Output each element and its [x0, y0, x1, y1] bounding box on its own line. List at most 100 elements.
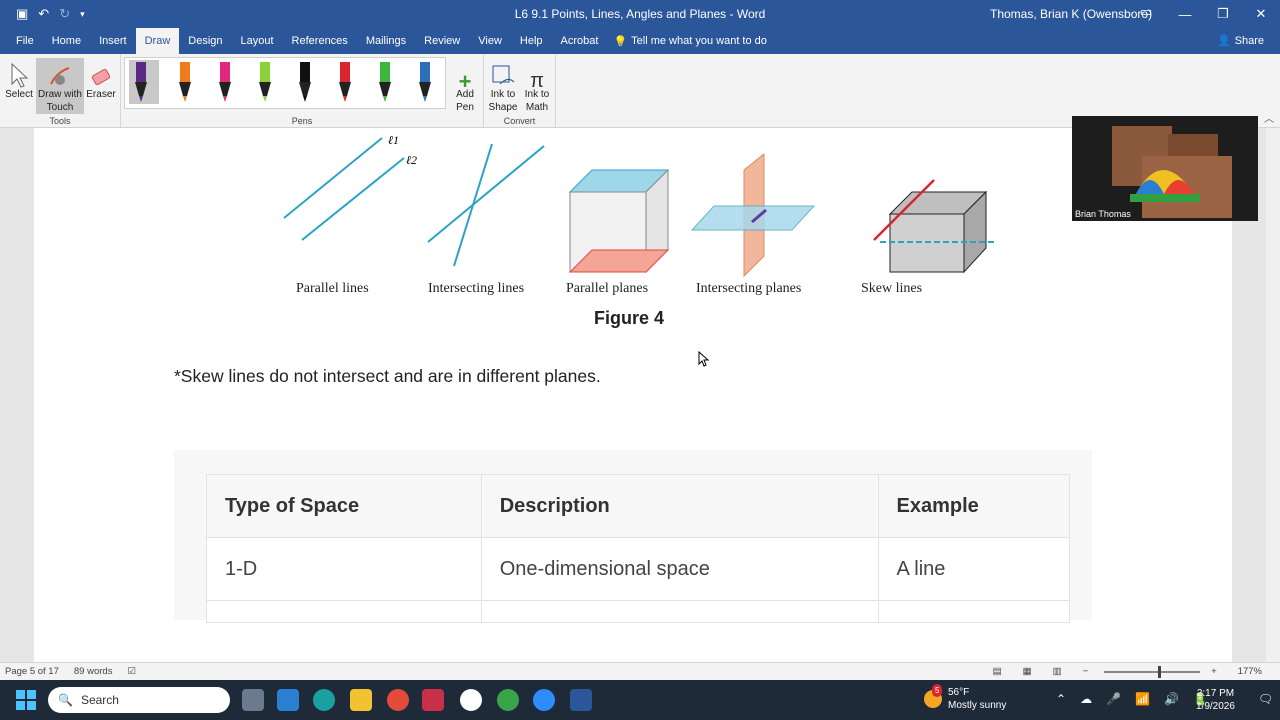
cell-type: 1-D [206, 537, 482, 601]
skew-lines-drawing [873, 179, 994, 274]
redo-icon[interactable]: ↻ [59, 6, 70, 22]
tab-design[interactable]: Design [179, 28, 231, 54]
autosave-icon[interactable]: ▣ [16, 6, 28, 22]
close-button[interactable]: ✕ [1242, 0, 1280, 28]
intersecting-lines-drawing [427, 143, 545, 267]
tab-home[interactable]: Home [43, 28, 90, 54]
read-mode-icon[interactable]: ▤ [993, 666, 1002, 677]
share-button[interactable]: 👤 Share [1216, 34, 1264, 48]
zoom-in-icon[interactable]: + [1211, 666, 1217, 677]
caption-intersecting-lines: Intersecting lines [428, 281, 525, 296]
tab-mailings[interactable]: Mailings [357, 28, 415, 54]
weather-widget[interactable]: 5 56°F Mostly sunny [924, 684, 1007, 712]
caption-parallel-planes: Parallel planes [566, 281, 649, 296]
cloud-icon[interactable]: ☁ [1080, 692, 1092, 706]
person-icon: 👤 [1216, 35, 1231, 47]
pen-4[interactable] [253, 60, 277, 104]
task-view-icon[interactable] [242, 689, 264, 711]
volume-icon[interactable]: 🔊 [1164, 692, 1179, 706]
cell-description: One-dimensional space [480, 537, 879, 601]
file-explorer-icon[interactable] [350, 689, 372, 711]
windows-start-icon[interactable] [16, 690, 36, 710]
sun-icon: 5 [924, 684, 943, 708]
pi-icon: π [530, 70, 544, 92]
tab-layout[interactable]: Layout [232, 28, 283, 54]
line-label-l2: ℓ2 [406, 153, 417, 167]
parallel-lines-drawing [283, 137, 405, 241]
table-row: 1-D One-dimensional space A line [206, 537, 1070, 601]
page-count[interactable]: Page 5 of 17 [5, 666, 59, 677]
word-count[interactable]: 89 words [74, 666, 113, 677]
ink-to-shape-icon [492, 65, 515, 85]
store-icon[interactable] [277, 689, 299, 711]
print-layout-icon[interactable]: ▦ [1023, 666, 1032, 677]
taskbar-clock[interactable]: 2:17 PM 1/9/2026 [1196, 687, 1235, 713]
pen-5[interactable] [293, 60, 317, 104]
weather-desc: Mostly sunny [948, 700, 1007, 711]
onedrive-app-icon[interactable] [460, 689, 482, 711]
table-header-row: Type of Space Description Example [206, 474, 1070, 538]
tab-acrobat[interactable]: Acrobat [552, 28, 608, 54]
pens-group: + Add Pen Pens [121, 54, 484, 128]
tab-references[interactable]: References [283, 28, 357, 54]
wifi-icon[interactable]: 📶 [1135, 692, 1150, 706]
intersecting-planes-drawing [690, 152, 816, 278]
chrome-profile-icon[interactable] [497, 689, 519, 711]
zoom-app-icon[interactable] [533, 689, 555, 711]
weather-badge: 5 [932, 684, 943, 697]
select-cursor-icon [11, 62, 29, 88]
tab-file[interactable]: File [0, 28, 43, 54]
pen-1[interactable] [129, 60, 159, 104]
webcam-avatar-icon [1112, 126, 1232, 218]
pen-6[interactable] [333, 60, 357, 104]
pen-7[interactable] [373, 60, 397, 104]
ribbon-display-options-icon[interactable]: ▭ [1140, 4, 1152, 20]
tab-insert[interactable]: Insert [90, 28, 136, 54]
convert-group: Ink to Shape π Ink to Math Convert [484, 54, 556, 128]
ink-to-shape-button[interactable]: Ink to Shape [486, 58, 520, 114]
notifications-icon[interactable]: 🗨 [1258, 692, 1273, 706]
zoom-slider[interactable] [1104, 665, 1201, 678]
edge-icon[interactable] [313, 689, 335, 711]
chevron-up-icon[interactable]: ⌃ [1056, 692, 1066, 706]
eraser-button[interactable]: Eraser [86, 58, 116, 101]
zoom-level[interactable]: 177% [1238, 666, 1262, 677]
ink-to-math-button[interactable]: π Ink to Math [520, 58, 554, 114]
word-app-icon[interactable] [570, 689, 592, 711]
collapse-ribbon-icon[interactable]: ︿ [1264, 110, 1274, 125]
restore-button[interactable]: ❐ [1204, 0, 1242, 28]
taskbar-search[interactable]: 🔍 Search [48, 687, 230, 713]
tell-me-search[interactable]: 💡 Tell me what you want to do [613, 35, 766, 48]
touch-draw-icon [50, 67, 70, 85]
minimize-button[interactable]: — [1166, 0, 1204, 28]
snipping-tool-icon[interactable] [422, 689, 444, 711]
proofing-icon[interactable]: ☑ [127, 666, 136, 677]
select-button[interactable]: Select [4, 58, 34, 101]
mouse-cursor-icon [698, 351, 710, 367]
chrome-icon[interactable] [387, 689, 409, 711]
line-label-l1: ℓ1 [388, 133, 399, 147]
account-name[interactable]: Thomas, Brian K (Owensboro) [990, 7, 1152, 21]
zoom-thumb[interactable] [1158, 665, 1162, 678]
web-layout-icon[interactable]: ▥ [1053, 666, 1062, 677]
undo-icon[interactable]: ↶ [38, 6, 49, 22]
tab-help[interactable]: Help [511, 28, 552, 54]
status-bar: Page 5 of 17 89 words ☑ ▤ ▦ ▥ − + 177% [0, 662, 1280, 680]
customize-qat-icon[interactable]: ▾ [80, 9, 85, 20]
figure-title: Figure 4 [594, 308, 665, 328]
pen-2[interactable] [173, 60, 197, 104]
pen-3[interactable] [213, 60, 237, 104]
add-pen-button[interactable]: + Add Pen [450, 58, 480, 114]
pen-8[interactable] [413, 60, 437, 104]
microphone-icon[interactable]: 🎤 [1106, 692, 1121, 706]
tab-draw[interactable]: Draw [135, 28, 180, 54]
zoom-out-icon[interactable]: − [1083, 666, 1089, 677]
ribbon-tabs: File Home Insert Draw Design Layout Refe… [0, 28, 1280, 54]
tab-view[interactable]: View [469, 28, 511, 54]
tab-review[interactable]: Review [415, 28, 469, 54]
document-page[interactable]: ℓ1 ℓ2 Parallel lines Intersecting lines … [34, 128, 1232, 662]
vertical-scrollbar[interactable] [1266, 128, 1280, 662]
draw-with-touch-button[interactable]: Draw with Touch [36, 58, 84, 114]
video-overlay[interactable]: Brian Thomas [1072, 116, 1258, 221]
zoom-controls: ▤ ▦ ▥ − + 177% [988, 665, 1272, 678]
